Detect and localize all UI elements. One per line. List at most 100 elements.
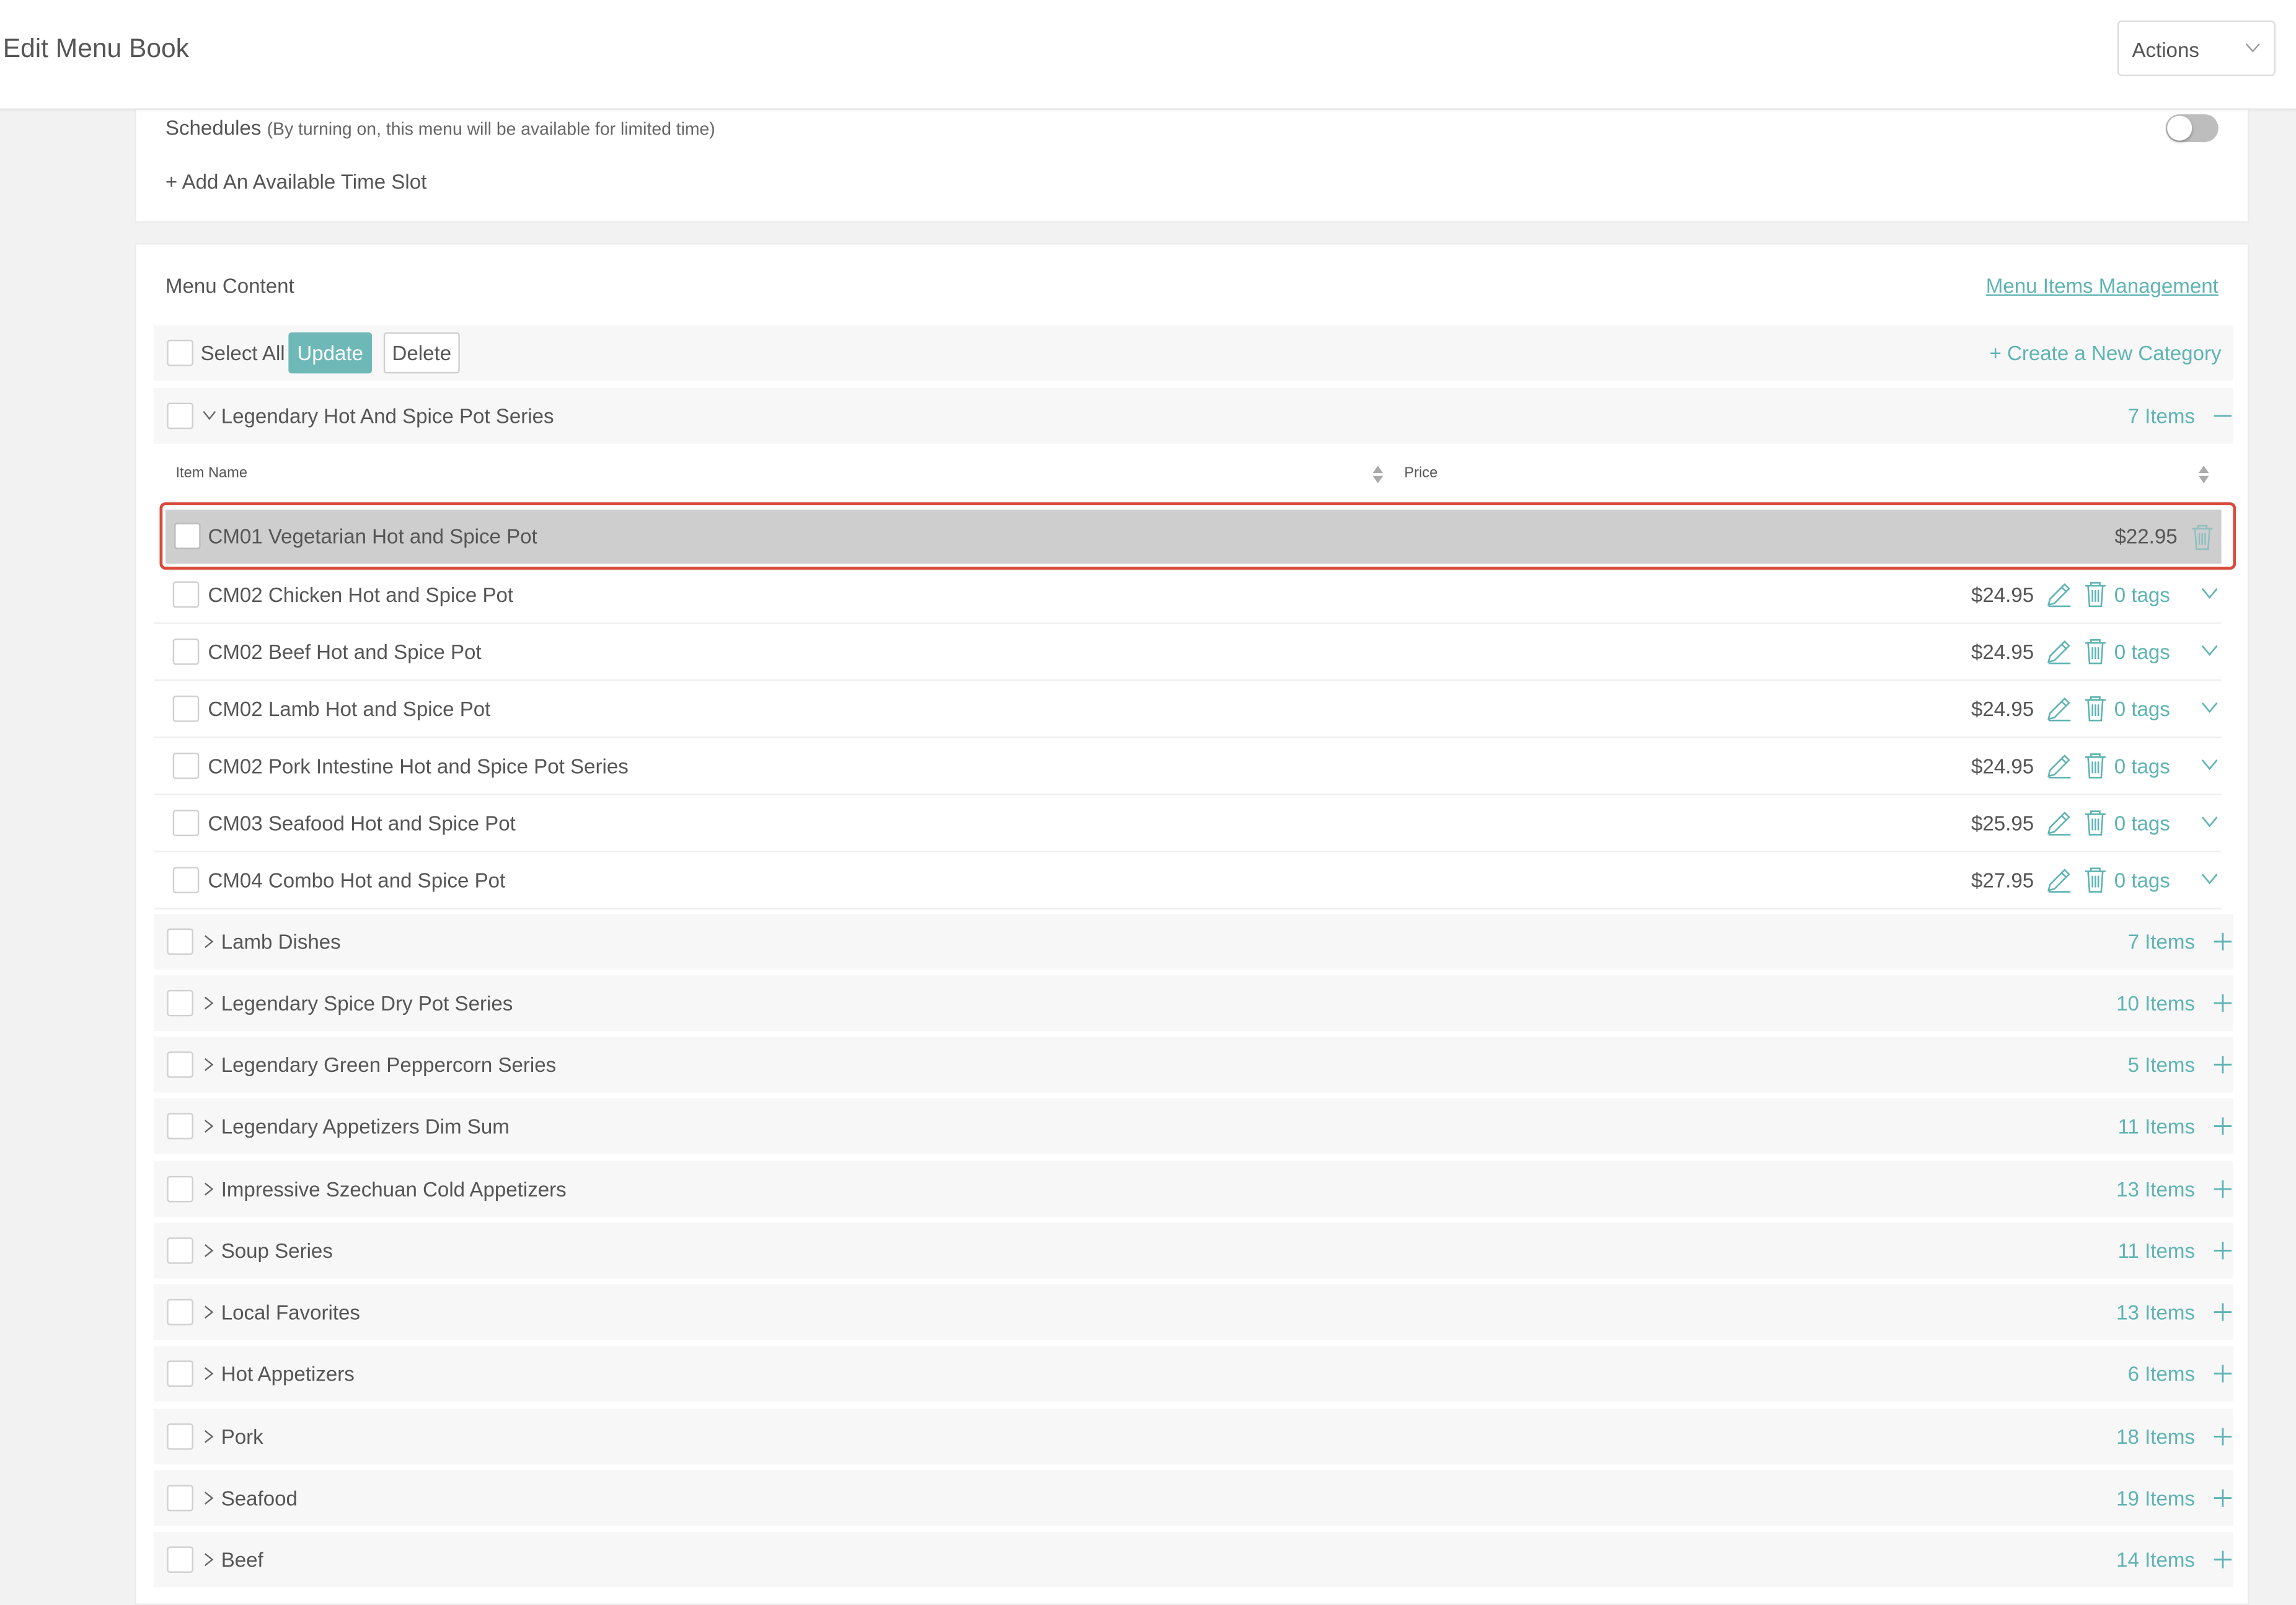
- category-row[interactable]: Legendary Green Peppercorn Series 5 Item…: [154, 1037, 2233, 1093]
- expand-plus-icon[interactable]: [2212, 1549, 2233, 1570]
- chevron-down-icon[interactable]: [2201, 702, 2218, 714]
- chevron-right-icon[interactable]: [203, 934, 215, 949]
- expand-plus-icon[interactable]: [2212, 1055, 2233, 1075]
- chevron-down-icon[interactable]: [2201, 873, 2218, 885]
- expand-plus-icon[interactable]: [2212, 1426, 2233, 1447]
- trash-icon[interactable]: [2083, 696, 2107, 722]
- pencil-icon[interactable]: [2046, 753, 2072, 779]
- category-row[interactable]: Lamb Dishes 7 Items: [154, 914, 2233, 970]
- chevron-down-icon[interactable]: [2201, 644, 2218, 656]
- update-button[interactable]: Update: [288, 332, 373, 374]
- trash-icon[interactable]: [2083, 810, 2107, 836]
- expand-plus-icon[interactable]: [2212, 1488, 2233, 1508]
- chevron-right-icon[interactable]: [203, 1305, 215, 1320]
- sort-icon[interactable]: [2198, 464, 2210, 485]
- chevron-down-icon[interactable]: [202, 410, 217, 422]
- category-checkbox[interactable]: [167, 928, 193, 955]
- chevron-down-icon[interactable]: [2201, 816, 2218, 828]
- column-item-name: Item Name: [175, 466, 247, 482]
- category-row-open[interactable]: Legendary Hot And Spice Pot Series 7 Ite…: [154, 387, 2233, 444]
- category-checkbox[interactable]: [167, 1051, 193, 1078]
- collapse-icon[interactable]: [2212, 405, 2233, 426]
- item-checkbox[interactable]: [174, 523, 201, 549]
- dragging-item-row[interactable]: CM01 Vegetarian Hot and Spice Pot $22.95: [165, 510, 2222, 564]
- sort-icon[interactable]: [1372, 464, 1384, 485]
- pencil-icon[interactable]: [2046, 810, 2072, 836]
- tags-link[interactable]: 0 tags: [2114, 811, 2170, 835]
- expand-plus-icon[interactable]: [2212, 1302, 2233, 1322]
- category-checkbox[interactable]: [167, 989, 193, 1017]
- trash-icon[interactable]: [2083, 867, 2107, 893]
- tags-link[interactable]: 0 tags: [2114, 583, 2170, 606]
- category-row[interactable]: Impressive Szechuan Cold Appetizers 13 I…: [154, 1161, 2233, 1218]
- tags-link[interactable]: 0 tags: [2114, 754, 2170, 778]
- expand-plus-icon[interactable]: [2212, 931, 2233, 952]
- category-checkbox[interactable]: [167, 1237, 193, 1264]
- category-checkbox[interactable]: [167, 1485, 193, 1511]
- pencil-icon[interactable]: [2046, 867, 2072, 893]
- category-checkbox[interactable]: [167, 1175, 193, 1203]
- item-checkbox[interactable]: [172, 638, 200, 665]
- tags-link[interactable]: 0 tags: [2114, 697, 2170, 720]
- category-name: Impressive Szechuan Cold Appetizers: [221, 1177, 567, 1201]
- category-checkbox[interactable]: [167, 1423, 193, 1450]
- add-time-slot-link[interactable]: + Add An Available Time Slot: [166, 170, 426, 193]
- item-row[interactable]: CM03 Seafood Hot and Spice Pot $25.95 0 …: [154, 795, 2222, 852]
- select-all-checkbox[interactable]: [167, 340, 193, 366]
- chevron-right-icon[interactable]: [203, 1244, 215, 1258]
- item-checkbox[interactable]: [172, 867, 200, 893]
- trash-icon[interactable]: [2083, 639, 2107, 665]
- chevron-right-icon[interactable]: [203, 996, 215, 1010]
- category-row[interactable]: Beef 14 Items: [154, 1531, 2233, 1588]
- category-name: Lamb Dishes: [221, 930, 341, 953]
- expand-plus-icon[interactable]: [2212, 1116, 2233, 1136]
- schedule-toggle[interactable]: [2165, 114, 2219, 143]
- chevron-down-icon[interactable]: [2201, 759, 2218, 771]
- tags-link[interactable]: 0 tags: [2114, 869, 2170, 892]
- trash-icon[interactable]: [2191, 524, 2214, 551]
- chevron-right-icon[interactable]: [203, 1182, 215, 1196]
- chevron-right-icon[interactable]: [203, 1552, 215, 1567]
- trash-icon[interactable]: [2083, 581, 2107, 608]
- category-row[interactable]: Legendary Spice Dry Pot Series 10 Items: [154, 975, 2233, 1032]
- chevron-right-icon[interactable]: [203, 1058, 215, 1072]
- category-row[interactable]: Hot Appetizers 6 Items: [154, 1345, 2233, 1402]
- category-row[interactable]: Legendary Appetizers Dim Sum 11 Items: [154, 1098, 2233, 1154]
- item-row[interactable]: CM04 Combo Hot and Spice Pot $27.95 0 ta…: [154, 852, 2222, 909]
- category-checkbox[interactable]: [167, 402, 193, 430]
- item-checkbox[interactable]: [172, 753, 200, 779]
- item-checkbox[interactable]: [172, 810, 200, 836]
- category-row[interactable]: Pork 18 Items: [154, 1408, 2233, 1465]
- expand-plus-icon[interactable]: [2212, 993, 2233, 1014]
- expand-plus-icon[interactable]: [2212, 1240, 2233, 1261]
- expand-plus-icon[interactable]: [2212, 1363, 2233, 1384]
- expand-plus-icon[interactable]: [2212, 1179, 2233, 1200]
- menu-items-management-link[interactable]: Menu Items Management: [1986, 274, 2219, 298]
- pencil-icon[interactable]: [2046, 581, 2072, 608]
- chevron-down-icon[interactable]: [2201, 587, 2218, 599]
- actions-dropdown[interactable]: Actions: [2117, 20, 2276, 76]
- chevron-right-icon[interactable]: [203, 1491, 215, 1506]
- item-row[interactable]: CM02 Pork Intestine Hot and Spice Pot Se…: [154, 738, 2222, 795]
- delete-button[interactable]: Delete: [383, 332, 460, 374]
- item-row[interactable]: CM02 Lamb Hot and Spice Pot $24.95 0 tag…: [154, 681, 2222, 738]
- category-row[interactable]: Seafood 19 Items: [154, 1470, 2233, 1526]
- item-row[interactable]: CM02 Chicken Hot and Spice Pot $24.95 0 …: [154, 567, 2222, 624]
- tags-link[interactable]: 0 tags: [2114, 640, 2170, 663]
- item-checkbox[interactable]: [172, 696, 200, 722]
- chevron-right-icon[interactable]: [203, 1366, 215, 1381]
- pencil-icon[interactable]: [2046, 639, 2072, 665]
- item-checkbox[interactable]: [172, 581, 200, 608]
- category-checkbox[interactable]: [167, 1360, 193, 1387]
- category-checkbox[interactable]: [167, 1299, 193, 1325]
- trash-icon[interactable]: [2083, 753, 2107, 779]
- category-checkbox[interactable]: [167, 1546, 193, 1573]
- chevron-right-icon[interactable]: [203, 1119, 215, 1134]
- item-row[interactable]: CM02 Beef Hot and Spice Pot $24.95 0 tag…: [154, 624, 2222, 681]
- create-category-link[interactable]: + Create a New Category: [1989, 341, 2221, 365]
- category-checkbox[interactable]: [167, 1113, 193, 1139]
- chevron-right-icon[interactable]: [203, 1430, 215, 1444]
- pencil-icon[interactable]: [2046, 696, 2072, 722]
- category-row[interactable]: Soup Series 11 Items: [154, 1223, 2233, 1279]
- category-row[interactable]: Local Favorites 13 Items: [154, 1284, 2233, 1340]
